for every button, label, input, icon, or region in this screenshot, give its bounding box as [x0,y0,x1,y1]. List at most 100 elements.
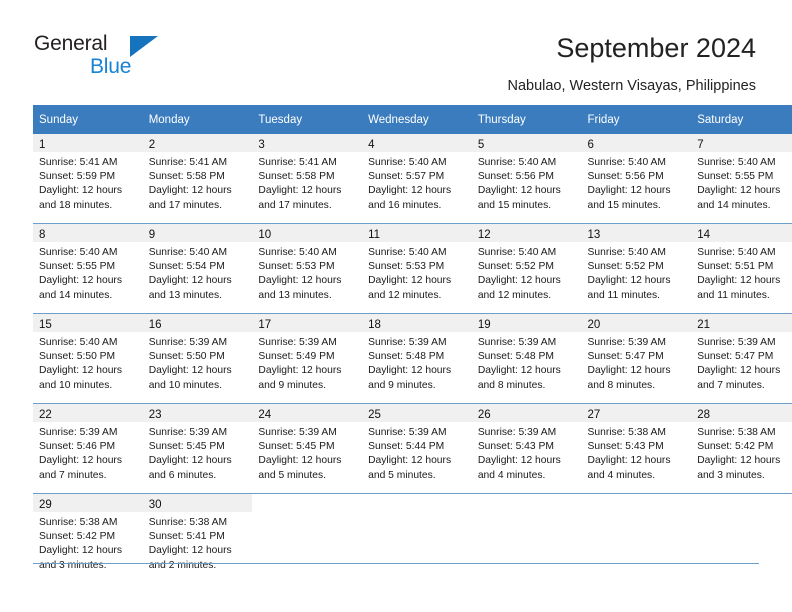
sunrise-time-line: Sunrise: 5:41 AM [39,157,118,168]
day-detail-body: Sunrise: 5:39 AM Sunset: 5:46 PM Daylight:… [33,422,143,483]
daylight-duration-line-2: and 10 minutes. [39,379,113,391]
daylight-duration-line-2: and 17 minutes. [148,199,222,211]
sunrise-time-line: Sunrise: 5:39 AM [477,337,557,348]
calendar-day-cell[interactable]: 12 Sunrise: 5:40 AM Sunset: 5:52 PM Dayligh… [471,223,582,314]
calendar-cell-inner [691,494,792,583]
daylight-duration-line-2: and 13 minutes. [148,289,222,301]
daylight-duration-line-1: Daylight: 12 hours [148,365,232,377]
sunset-time-line: Sunset: 5:49 PM [258,351,335,363]
calendar-day-cell[interactable]: 2 Sunrise: 5:41 AM Sunset: 5:58 PM Daylight… [142,134,253,224]
calendar-day-cell[interactable]: 28 Sunrise: 5:38 AM Sunset: 5:42 PM Dayligh… [691,403,792,494]
day-number-band: 13 [581,224,692,242]
calendar-day-cell[interactable]: 30 Sunrise: 5:38 AM Sunset: 5:41 PM Dayligh… [142,493,253,583]
daylight-duration-line-2: and 10 minutes. [148,379,222,391]
sunrise-time-line: Sunrise: 5:40 AM [587,157,666,168]
day-detail-body [472,512,582,516]
day-number-band: 15 [33,314,143,332]
calendar-day-cell[interactable]: 21 Sunrise: 5:39 AM Sunset: 5:47 PM Dayligh… [691,313,792,404]
day-number-band: 2 [142,134,253,152]
daylight-duration-line-2: and 8 minutes. [477,379,546,391]
day-number-band: 22 [33,404,143,422]
day-number: 12 [477,229,491,241]
daylight-duration-line-2: and 17 minutes. [258,199,332,211]
calendar-cell-inner: 14 Sunrise: 5:40 AM Sunset: 5:51 PM Dayligh… [691,224,792,313]
calendar-day-cell[interactable]: 10 Sunrise: 5:40 AM Sunset: 5:53 PM Dayligh… [252,223,363,314]
calendar-empty-cell [252,493,363,583]
calendar-cell-inner: 29 Sunrise: 5:38 AM Sunset: 5:42 PM Dayligh… [33,494,143,583]
day-number-band: 17 [252,314,363,332]
calendar-cell-inner: 11 Sunrise: 5:40 AM Sunset: 5:53 PM Dayligh… [362,224,472,313]
calendar-day-cell[interactable]: 15 Sunrise: 5:40 AM Sunset: 5:50 PM Dayligh… [33,313,143,404]
daylight-duration-line-2: and 12 minutes. [368,289,442,301]
calendar-day-cell[interactable]: 16 Sunrise: 5:39 AM Sunset: 5:50 PM Dayligh… [142,313,253,404]
daylight-duration-line-2: and 2 minutes. [148,559,217,571]
day-number: 29 [39,499,52,511]
daylight-duration-line-1: Daylight: 12 hours [587,275,671,287]
day-number: 17 [258,319,272,331]
calendar-cell-inner: 27 Sunrise: 5:38 AM Sunset: 5:43 PM Dayligh… [581,404,692,493]
calendar-day-cell[interactable]: 20 Sunrise: 5:39 AM Sunset: 5:47 PM Dayligh… [581,313,692,404]
calendar-day-cell[interactable]: 26 Sunrise: 5:39 AM Sunset: 5:43 PM Dayligh… [471,403,582,494]
calendar-day-cell[interactable]: 7 Sunrise: 5:40 AM Sunset: 5:55 PM Daylight… [691,134,792,224]
calendar-day-cell[interactable]: 3 Sunrise: 5:41 AM Sunset: 5:58 PM Daylight… [252,134,363,224]
page-header: General Blue September 2024 Nabulao, Wes… [0,0,792,100]
calendar-week-row: 15 Sunrise: 5:40 AM Sunset: 5:50 PM Dayligh… [33,313,792,404]
day-number-band: 4 [362,134,472,152]
calendar-header-row: Sunday Monday Tuesday Wednesday Thursday… [33,105,792,134]
calendar-day-cell[interactable]: 27 Sunrise: 5:38 AM Sunset: 5:43 PM Dayligh… [581,403,692,494]
calendar-bottom-rule [33,563,759,564]
calendar-cell-inner: 4 Sunrise: 5:40 AM Sunset: 5:57 PM Daylight… [362,134,472,223]
weekday-header-wednesday: Wednesday [362,105,472,134]
calendar-day-cell[interactable]: 9 Sunrise: 5:40 AM Sunset: 5:54 PM Daylight… [142,223,253,314]
calendar-day-cell[interactable]: 8 Sunrise: 5:40 AM Sunset: 5:55 PM Daylight… [33,223,143,314]
day-number: 5 [477,139,485,151]
calendar-day-cell[interactable]: 4 Sunrise: 5:40 AM Sunset: 5:57 PM Daylight… [362,134,472,224]
calendar-cell-inner: 13 Sunrise: 5:40 AM Sunset: 5:52 PM Dayligh… [581,224,692,313]
daylight-duration-line-1: Daylight: 12 hours [697,365,781,377]
day-detail-body: Sunrise: 5:40 AM Sunset: 5:56 PM Daylight:… [472,152,582,213]
sunrise-time-line: Sunrise: 5:39 AM [697,337,776,348]
calendar-day-cell[interactable]: 19 Sunrise: 5:39 AM Sunset: 5:48 PM Dayligh… [471,313,582,404]
sunrise-time-line: Sunrise: 5:40 AM [368,157,447,168]
calendar-cell-inner: 5 Sunrise: 5:40 AM Sunset: 5:56 PM Daylight… [471,134,582,223]
calendar-day-cell[interactable]: 29 Sunrise: 5:38 AM Sunset: 5:42 PM Dayligh… [33,493,143,583]
calendar-day-cell[interactable]: 14 Sunrise: 5:40 AM Sunset: 5:51 PM Dayligh… [691,223,792,314]
calendar-day-cell[interactable]: 6 Sunrise: 5:40 AM Sunset: 5:56 PM Daylight… [581,134,692,224]
calendar-day-cell[interactable]: 17 Sunrise: 5:39 AM Sunset: 5:49 PM Dayligh… [252,313,363,404]
daylight-duration-line-2: and 5 minutes. [258,469,326,481]
calendar-day-cell[interactable]: 18 Sunrise: 5:39 AM Sunset: 5:48 PM Dayligh… [362,313,472,404]
day-number-band: 7 [691,134,792,152]
sunset-time-line: Sunset: 5:42 PM [697,441,774,453]
calendar-day-cell[interactable]: 23 Sunrise: 5:39 AM Sunset: 5:45 PM Dayligh… [142,403,253,494]
calendar-day-cell[interactable]: 5 Sunrise: 5:40 AM Sunset: 5:56 PM Daylight… [471,134,582,224]
daylight-duration-line-1: Daylight: 12 hours [587,455,671,467]
day-detail-body: Sunrise: 5:40 AM Sunset: 5:56 PM Daylight:… [582,152,692,213]
page-subtitle-location: Nabulao, Western Visayas, Philippines [507,78,756,94]
day-detail-body: Sunrise: 5:41 AM Sunset: 5:58 PM Daylight:… [143,152,253,213]
day-number: 30 [148,499,162,511]
calendar-day-cell[interactable]: 13 Sunrise: 5:40 AM Sunset: 5:52 PM Dayligh… [581,223,692,314]
daylight-duration-line-2: and 12 minutes. [477,289,552,301]
calendar-cell-inner: 30 Sunrise: 5:38 AM Sunset: 5:41 PM Dayligh… [142,494,253,583]
calendar-day-cell[interactable]: 11 Sunrise: 5:40 AM Sunset: 5:53 PM Dayligh… [362,223,472,314]
daylight-duration-line-2: and 14 minutes. [39,289,113,301]
calendar-day-cell[interactable]: 24 Sunrise: 5:39 AM Sunset: 5:45 PM Dayligh… [252,403,363,494]
day-number: 6 [587,139,594,151]
calendar-body: 1 Sunrise: 5:41 AM Sunset: 5:59 PM Daylight… [33,134,792,583]
sunset-time-line: Sunset: 5:50 PM [148,351,225,363]
sunrise-time-line: Sunrise: 5:40 AM [697,247,776,258]
sunrise-time-line: Sunrise: 5:39 AM [258,427,337,438]
calendar-day-cell[interactable]: 25 Sunrise: 5:39 AM Sunset: 5:44 PM Dayligh… [362,403,472,494]
sunrise-time-line: Sunrise: 5:41 AM [148,157,228,168]
calendar-cell-inner: 12 Sunrise: 5:40 AM Sunset: 5:52 PM Dayligh… [471,224,582,313]
daylight-duration-line-1: Daylight: 12 hours [697,455,781,467]
sunrise-time-line: Sunrise: 5:39 AM [368,337,447,348]
calendar-day-cell[interactable]: 1 Sunrise: 5:41 AM Sunset: 5:59 PM Daylight… [33,134,143,224]
daylight-duration-line-1: Daylight: 12 hours [39,545,122,557]
day-detail-body: Sunrise: 5:38 AM Sunset: 5:42 PM Daylight:… [691,422,792,483]
day-number: 1 [39,139,46,151]
daylight-duration-line-2: and 9 minutes. [368,379,436,391]
sunset-time-line: Sunset: 5:56 PM [587,171,664,183]
calendar-day-cell[interactable]: 22 Sunrise: 5:39 AM Sunset: 5:46 PM Dayligh… [33,403,143,494]
calendar-cell-inner: 17 Sunrise: 5:39 AM Sunset: 5:49 PM Dayligh… [252,314,363,403]
